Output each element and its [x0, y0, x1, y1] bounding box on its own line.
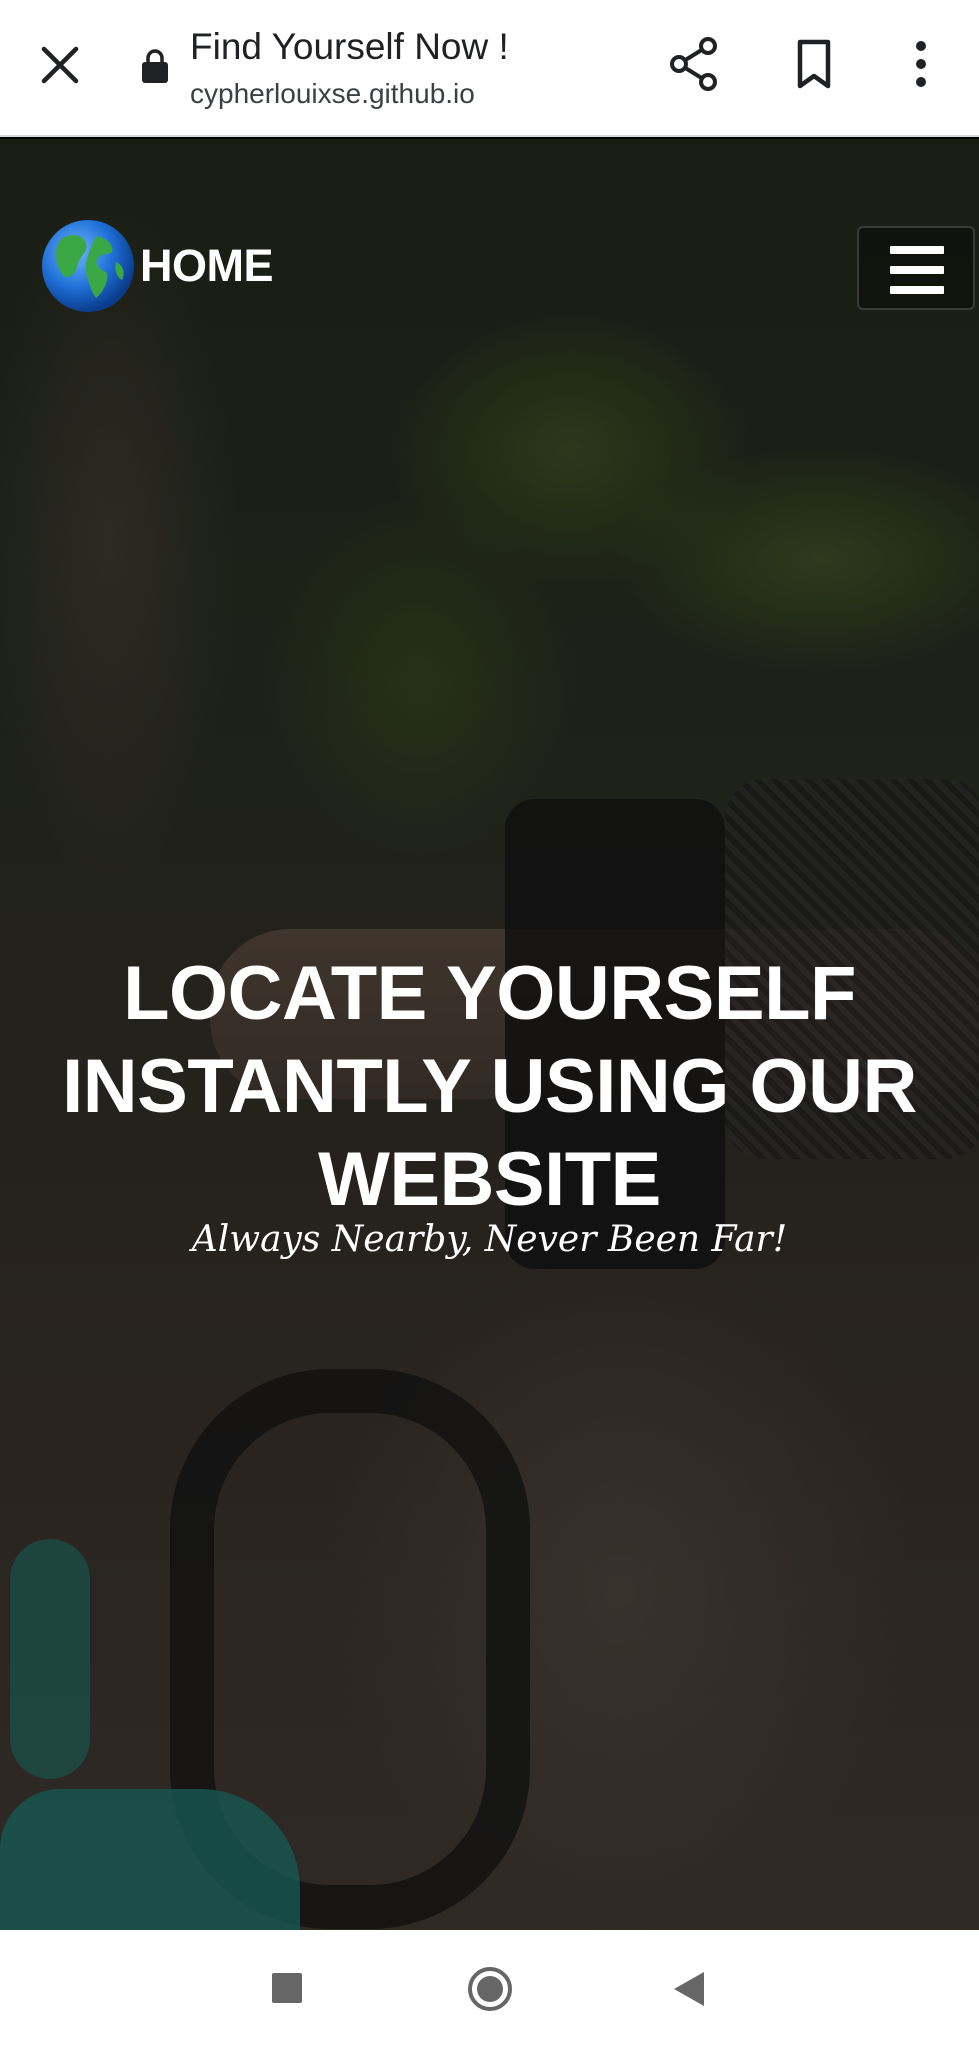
- hero-heading-line: WEBSITE: [318, 1137, 661, 1222]
- home-icon[interactable]: [468, 1967, 512, 2011]
- hero-heading: LOCATE YOURSELF INSTANTLY USING OUR WEBS…: [0, 947, 979, 1226]
- page-title: Find Yourself Now !: [190, 26, 509, 67]
- hero-section: HOME LOCATE YOURSELF INSTANTLY USING OUR…: [0, 139, 979, 1930]
- close-icon[interactable]: [30, 35, 90, 95]
- globe-icon[interactable]: [40, 218, 136, 314]
- recents-icon[interactable]: [272, 1973, 302, 2003]
- hero-tagline: Always Nearby, Never Been Far!: [191, 1219, 788, 1260]
- more-vert-icon[interactable]: [906, 38, 936, 90]
- system-nav-bar: [0, 1930, 979, 2048]
- hero-heading-line: INSTANTLY USING OUR: [62, 1044, 917, 1129]
- page-url[interactable]: cypherlouixse.github.io: [190, 78, 475, 110]
- browser-toolbar: Find Yourself Now ! cypherlouixse.github…: [0, 0, 979, 137]
- back-icon[interactable]: [674, 1972, 704, 2006]
- lock-icon: [142, 49, 168, 83]
- hamburger-icon[interactable]: [857, 226, 975, 310]
- bookmark-icon[interactable]: [792, 38, 836, 90]
- share-icon[interactable]: [668, 36, 720, 92]
- nav-home-link[interactable]: HOME: [140, 240, 274, 292]
- hero-heading-line: LOCATE YOURSELF: [123, 951, 856, 1036]
